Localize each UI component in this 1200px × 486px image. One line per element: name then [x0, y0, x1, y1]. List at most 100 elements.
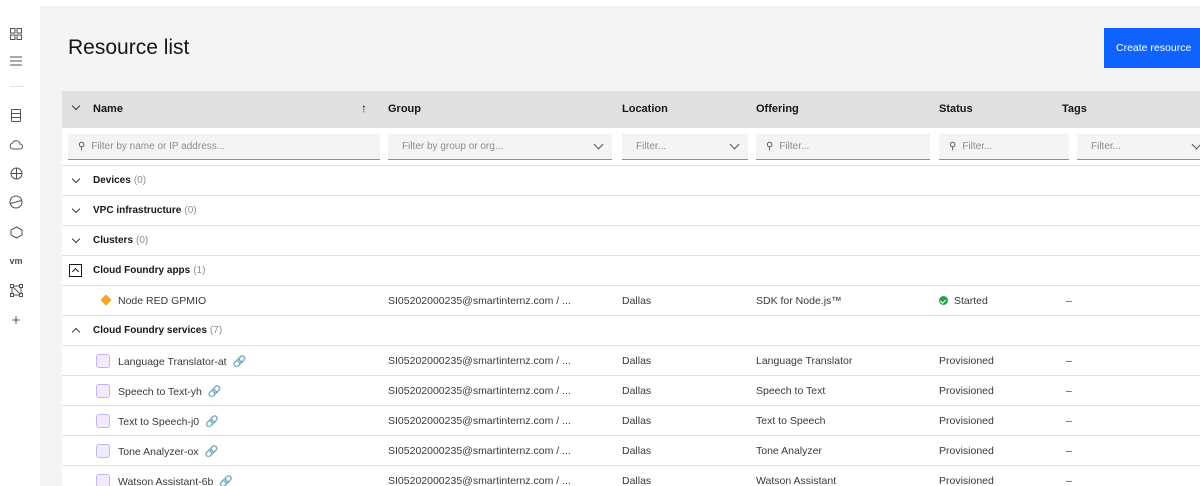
network-icon[interactable] [8, 224, 24, 240]
dashboard-icon[interactable] [8, 26, 24, 42]
resource-name-link[interactable]: Node RED GPMIO [118, 295, 206, 307]
location-filter-select[interactable]: Filter... [622, 134, 748, 160]
column-tags[interactable]: Tags [1062, 103, 1087, 115]
vm-icon[interactable]: vm [8, 253, 24, 269]
status-text: Provisioned [939, 355, 994, 367]
search-icon: ⚲ [78, 141, 86, 152]
resource-name[interactable]: Speech to Text-yh 🔗 [118, 385, 222, 398]
status-filter-input[interactable]: ⚲ Filter... [939, 134, 1069, 160]
status-text: Provisioned [939, 385, 994, 397]
create-resource-button[interactable]: Create resource [1104, 28, 1200, 68]
column-offering[interactable]: Offering [756, 103, 799, 115]
status-badge: Started [939, 295, 988, 307]
group-name: Devices [93, 175, 131, 186]
search-icon: ⚲ [766, 141, 774, 152]
resource-table: Name ↑ Group Location Offering Status Ta… [62, 91, 1200, 486]
chevron-down-icon[interactable] [71, 174, 81, 184]
table-header: Name ↑ Group Location Offering Status Ta… [62, 91, 1200, 128]
table-row[interactable]: Language Translator-at 🔗 SI05202000235@sm… [62, 346, 1200, 376]
link-icon[interactable]: 🔗 [205, 415, 219, 428]
tags-filter-placeholder: Filter... [1091, 141, 1122, 152]
group-row-devices[interactable]: Devices (0) [62, 166, 1200, 196]
resource-location: Dallas [622, 355, 652, 367]
sort-ascending-icon[interactable]: ↑ [361, 101, 367, 115]
resource-offering: Language Translator [756, 355, 853, 367]
service-icon [96, 444, 110, 458]
column-status[interactable]: Status [939, 103, 973, 115]
rail-divider [10, 86, 24, 87]
resource-offering: Tone Analyzer [756, 445, 822, 457]
group-row-cf-apps[interactable]: Cloud Foundry apps (1) [62, 256, 1200, 286]
cloud-icon[interactable] [8, 136, 24, 152]
table-row[interactable]: Watson Assistant-6b 🔗 SI05202000235@smart… [62, 466, 1200, 486]
chevron-up-icon[interactable] [71, 327, 81, 337]
group-row-cf-services[interactable]: Cloud Foundry services (7) [62, 316, 1200, 346]
collapse-toggle-icon[interactable] [69, 264, 82, 277]
openshift-icon[interactable] [8, 194, 24, 210]
kubernetes-icon[interactable] [8, 165, 24, 181]
link-icon[interactable]: 🔗 [208, 385, 222, 398]
group-count: (0) [133, 175, 147, 186]
resource-name[interactable]: Language Translator-at 🔗 [118, 355, 246, 368]
resource-location: Dallas [622, 385, 652, 397]
resource-name-text: Text to Speech-j0 [118, 416, 200, 428]
group-name: Cloud Foundry apps [93, 265, 191, 276]
resource-tags: – [1066, 355, 1072, 367]
offering-filter-placeholder: Filter... [779, 141, 810, 152]
chevron-down-icon [729, 139, 740, 150]
group-row-vpc[interactable]: VPC infrastructure (0) [62, 196, 1200, 226]
node-app-icon [100, 294, 112, 306]
column-name[interactable]: Name [93, 103, 123, 115]
link-icon[interactable]: 🔗 [219, 475, 233, 486]
column-group[interactable]: Group [388, 103, 421, 115]
group-count: (1) [193, 265, 206, 276]
group-count: (7) [209, 325, 223, 336]
service-icon [96, 384, 110, 398]
resource-offering: Watson Assistant [756, 475, 837, 486]
collapse-all-icon[interactable] [71, 101, 81, 111]
group-filter-select[interactable]: Filter by group or org... [388, 134, 612, 160]
add-icon[interactable]: + [8, 312, 24, 329]
group-name: Cloud Foundry services [93, 325, 207, 336]
link-icon[interactable]: 🔗 [205, 445, 219, 458]
offering-filter-input[interactable]: ⚲ Filter... [756, 134, 930, 160]
column-location[interactable]: Location [622, 103, 668, 115]
table-row[interactable]: Speech to Text-yh 🔗 SI05202000235@smartin… [62, 376, 1200, 406]
table-row[interactable]: Node RED GPMIO SI05202000235@smartintern… [62, 286, 1200, 316]
chevron-down-icon[interactable] [71, 204, 81, 214]
tags-filter-select[interactable]: Filter... [1077, 134, 1200, 160]
resource-name[interactable]: Watson Assistant-6b 🔗 [118, 475, 233, 486]
resource-tags: – [1066, 415, 1072, 427]
resource-location: Dallas [622, 415, 652, 427]
status-text: Provisioned [939, 415, 994, 427]
group-row-clusters[interactable]: Clusters (0) [62, 226, 1200, 256]
resource-name[interactable]: Tone Analyzer-ox 🔗 [118, 445, 218, 458]
resource-name[interactable]: Text to Speech-j0 🔗 [118, 415, 219, 428]
group-count: (0) [136, 235, 149, 246]
resource-name-text: Language Translator-at [118, 356, 227, 368]
list-icon[interactable] [8, 53, 24, 69]
group-name: Clusters [93, 235, 134, 246]
table-row[interactable]: Tone Analyzer-ox 🔗 SI05202000235@smartint… [62, 436, 1200, 466]
resource-tags: – [1066, 295, 1072, 307]
resource-name-text: Watson Assistant-6b [118, 476, 214, 486]
group-name: VPC infrastructure [93, 205, 182, 216]
status-text: Provisioned [939, 475, 994, 486]
status-filter-placeholder: Filter... [962, 141, 993, 152]
name-filter-placeholder: Filter by name or IP address... [91, 141, 226, 152]
storage-icon[interactable] [8, 107, 24, 123]
resource-tags: – [1066, 475, 1072, 486]
link-icon[interactable]: 🔗 [233, 355, 247, 368]
network-topology-icon[interactable] [8, 282, 24, 298]
resource-location: Dallas [622, 295, 652, 307]
resource-group: SI05202000235@smartinternz.com / ... [388, 385, 571, 397]
name-filter-input[interactable]: ⚲ Filter by name or IP address... [68, 134, 380, 160]
chevron-down-icon[interactable] [71, 234, 81, 244]
resource-offering: Speech to Text [756, 385, 826, 397]
page-title: Resource list [68, 36, 190, 59]
main-content: Resource list Create resource Name ↑ Gro… [40, 6, 1200, 486]
location-filter-placeholder: Filter... [636, 141, 667, 152]
resource-tags: – [1066, 385, 1072, 397]
check-circle-icon [939, 296, 948, 305]
table-row[interactable]: Text to Speech-j0 🔗 SI05202000235@smartin… [62, 406, 1200, 436]
